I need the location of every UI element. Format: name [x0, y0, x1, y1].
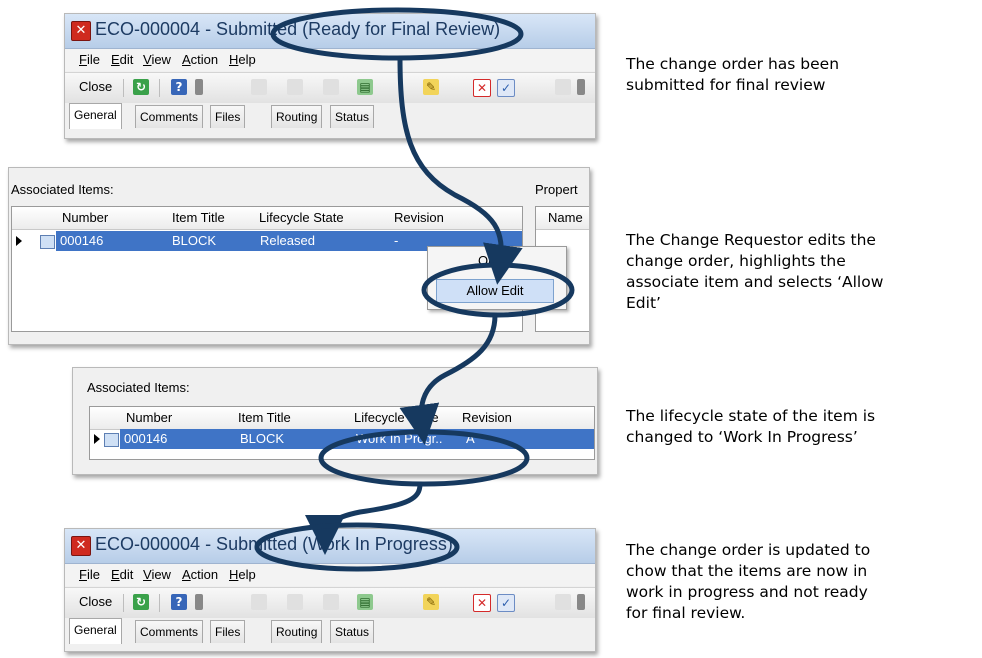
description-line: change order, highlights the — [626, 252, 846, 270]
description-line: The lifecycle state of the item is — [626, 407, 876, 425]
description-line: Edit’ — [626, 294, 661, 312]
highlight-ellipse-title-ready — [270, 7, 524, 61]
description-step-4: The change order is updated to chow that… — [626, 540, 870, 624]
highlight-ellipse-state — [318, 429, 530, 487]
description-line: for final review. — [626, 604, 746, 622]
description-step-2: The Change Requestor edits the change or… — [626, 230, 883, 314]
description-line: The Change Requestor edits the — [626, 231, 876, 249]
description-line: The change order is updated to — [626, 541, 871, 559]
description-line: submitted for final review — [626, 76, 826, 94]
description-line: chow that the items are now in — [626, 562, 868, 580]
highlight-ellipse-allow-edit — [421, 262, 575, 318]
flow-arrow-2 — [399, 314, 498, 445]
description-line: changed to ‘Work In Progress’ — [626, 428, 858, 446]
description-line: The change order has been — [626, 55, 840, 73]
description-line: associate item and selects ‘Allow — [626, 273, 884, 291]
description-line: work in progress and not ready — [626, 583, 868, 601]
description-step-1: The change order has been submitted for … — [626, 54, 839, 96]
description-step-3: The lifecycle state of the item is chang… — [626, 406, 875, 448]
highlight-ellipse-title-wip — [254, 522, 460, 572]
flow-arrow-1 — [397, 57, 523, 285]
